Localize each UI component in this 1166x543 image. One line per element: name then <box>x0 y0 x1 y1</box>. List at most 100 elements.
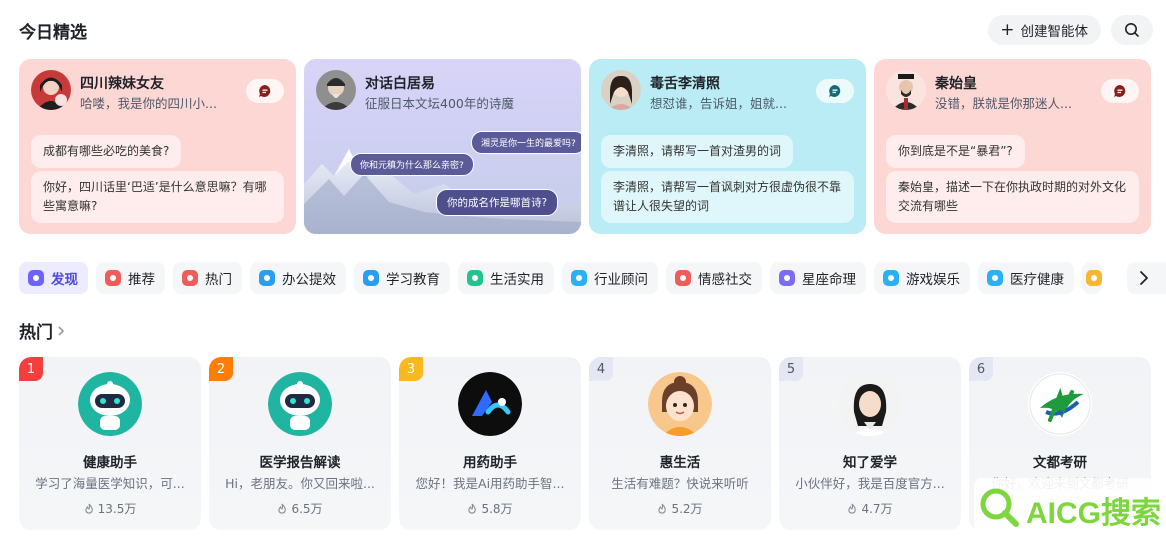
flame-icon <box>658 503 667 514</box>
category-tabs: 发现 推荐 热门 办公提效 学习教育 生活实用 行业顾问 情感社交 星座命理 游戏娱乐 医疗健康 <box>19 262 1166 294</box>
tab-label: 发现 <box>51 272 78 288</box>
agent-desc: 生活有难题？快说来听听 <box>611 476 749 491</box>
industry-icon <box>571 270 587 286</box>
featured-card-sichuan[interactable]: 四川辣妹女友 哈喽，我是你的四川小... 成都有哪些必吃的美食? 你好，四川话里… <box>19 59 296 234</box>
tab-label: 热门 <box>205 272 232 288</box>
hot-icon <box>182 270 198 286</box>
chat-button[interactable] <box>246 79 284 103</box>
featured-card-qinshihuang[interactable]: 秦始皇 没错，朕就是你那迷人... 你到底是不是“暴君”? 秦始皇，描述一下在你… <box>874 59 1151 234</box>
hot-title-label: 热门 <box>19 323 53 343</box>
tab-label: 行业顾问 <box>594 272 648 288</box>
tab-label: 生活实用 <box>490 272 544 288</box>
agent-name: 毒舌李清照 <box>650 76 720 92</box>
rank-badge: 5 <box>779 357 803 381</box>
medical-icon <box>987 270 1003 286</box>
section-header: 今日精选 + 创建智能体 <box>19 14 1153 46</box>
hot-card-medication-assistant[interactable]: 3 用药助手 您好！我是Ai用药助手智... 5.8万 <box>399 357 581 530</box>
usage-count: 5.8万 <box>399 500 581 517</box>
agent-desc: 征服日本文坛400年的诗魔 <box>365 96 514 111</box>
hot-section-title[interactable]: 热门 <box>19 318 66 343</box>
suggested-question[interactable]: 李清照，请帮写一首对渣男的词 <box>601 135 794 168</box>
agent-name: 医学报告解读 <box>259 455 341 471</box>
rank-badge: 3 <box>399 357 423 381</box>
search-button[interactable] <box>1111 15 1153 45</box>
astrology-icon <box>779 270 795 286</box>
tab-study[interactable]: 学习教育 <box>354 262 450 294</box>
hot-card-zhiliao-aixue[interactable]: 5 知了爱学 小伙伴好，我是百度官方... 4.7万 <box>779 357 961 530</box>
tab-game[interactable]: 游戏娱乐 <box>874 262 970 294</box>
usage-count-value: 13.5万 <box>97 502 137 516</box>
suggested-question[interactable]: 你的成名作是哪首诗? <box>436 189 559 216</box>
chat-icon <box>1114 85 1126 97</box>
recommend-icon <box>105 270 121 286</box>
usage-count-value: 6.5万 <box>291 502 323 516</box>
avatar <box>268 372 332 436</box>
tab-life[interactable]: 生活实用 <box>458 262 554 294</box>
suggested-question[interactable]: 湘灵是你一生的最爱吗? <box>471 131 581 154</box>
avatar <box>78 372 142 436</box>
usage-count: 13.5万 <box>19 500 201 517</box>
plus-icon: + <box>1000 19 1015 40</box>
suggested-question[interactable]: 成都有哪些必吃的美食? <box>31 135 182 168</box>
emotion-icon <box>675 270 691 286</box>
tab-label: 学习教育 <box>386 272 440 288</box>
hot-card-health-assistant[interactable]: 1 健康助手 学习了海量医学知识，可... 13.5万 <box>19 357 201 530</box>
agent-name: 惠生活 <box>659 455 701 471</box>
usage-count: 5.2万 <box>589 500 771 517</box>
create-agent-button[interactable]: + 创建智能体 <box>988 15 1101 45</box>
page-title: 今日精选 <box>19 23 87 43</box>
tab-office[interactable]: 办公提效 <box>250 262 346 294</box>
tab-industry[interactable]: 行业顾问 <box>562 262 658 294</box>
tab-recommend[interactable]: 推荐 <box>96 262 165 294</box>
tab-hot[interactable]: 热门 <box>173 262 242 294</box>
chat-button[interactable] <box>816 79 854 103</box>
svg-text:AICG搜索: AICG搜索 <box>1026 497 1161 530</box>
usage-count: 4.7万 <box>779 500 961 517</box>
avatar <box>838 372 902 436</box>
tab-medical[interactable]: 医疗健康 <box>978 262 1074 294</box>
agent-name: 秦始皇 <box>935 76 977 92</box>
suggested-question[interactable]: 李清照，请帮写一首讽刺对方很虚伪很不靠谱让人很失望的词 <box>601 171 854 223</box>
chevron-right-icon <box>58 325 65 336</box>
suggested-question[interactable]: 秦始皇，描述一下在你执政时期的对外文化交流有哪些 <box>886 171 1139 223</box>
scroll-right-button[interactable] <box>1127 262 1166 294</box>
chat-icon <box>259 85 271 97</box>
tab-astrology[interactable]: 星座命理 <box>770 262 866 294</box>
avatar <box>601 70 641 110</box>
tab-discover[interactable]: 发现 <box>19 262 88 294</box>
agent-desc: 哈喽，我是你的四川小... <box>80 96 217 111</box>
agent-desc: 小伙伴好，我是百度官方... <box>795 476 945 491</box>
tab-overflow[interactable] <box>1082 262 1102 294</box>
tab-label: 游戏娱乐 <box>906 272 960 288</box>
watermark-logo: AICG搜索 <box>974 478 1164 538</box>
tab-label: 推荐 <box>128 272 155 288</box>
study-icon <box>363 270 379 286</box>
hot-card-report-reader[interactable]: 2 医学报告解读 Hi，老朋友。你又回来啦... 6.5万 <box>209 357 391 530</box>
agent-name: 用药助手 <box>463 455 517 471</box>
tab-label: 办公提效 <box>282 272 336 288</box>
avatar <box>886 70 926 110</box>
chat-button[interactable] <box>1101 79 1139 103</box>
tab-label: 情感社交 <box>698 272 752 288</box>
avatar <box>316 70 356 110</box>
featured-card-baijuyi[interactable]: 对话白居易 征服日本文坛400年的诗魔 湘灵是你一生的最爱吗? 你和元稹为什么那… <box>304 59 581 234</box>
hot-card-hui-life[interactable]: 4 惠生活 生活有难题？快说来听听 5.2万 <box>589 357 771 530</box>
agent-name: 健康助手 <box>83 455 137 471</box>
rank-badge: 2 <box>209 357 233 381</box>
agent-name: 文都考研 <box>1033 455 1087 471</box>
agent-desc: Hi，老朋友。你又回来啦... <box>225 476 375 491</box>
avatar <box>1028 372 1092 436</box>
featured-card-liqingzhao[interactable]: 毒舌李清照 想怼谁，告诉姐，姐就... 李清照，请帮写一首对渣男的词 李清照，请… <box>589 59 866 234</box>
flame-icon <box>278 503 287 514</box>
suggested-question[interactable]: 你和元稹为什么那么亲密? <box>350 153 474 176</box>
flame-icon <box>84 503 93 514</box>
life-icon <box>467 270 483 286</box>
game-icon <box>883 270 899 286</box>
tab-emotion[interactable]: 情感社交 <box>666 262 762 294</box>
usage-count-value: 5.2万 <box>671 502 703 516</box>
office-icon <box>259 270 275 286</box>
avatar <box>458 372 522 436</box>
suggested-question[interactable]: 你到底是不是“暴君”? <box>886 135 1025 168</box>
suggested-question[interactable]: 你好，四川话里‘巴适’是什么意思嘛？有哪些寓意嘛? <box>31 171 284 223</box>
avatar <box>31 70 71 110</box>
